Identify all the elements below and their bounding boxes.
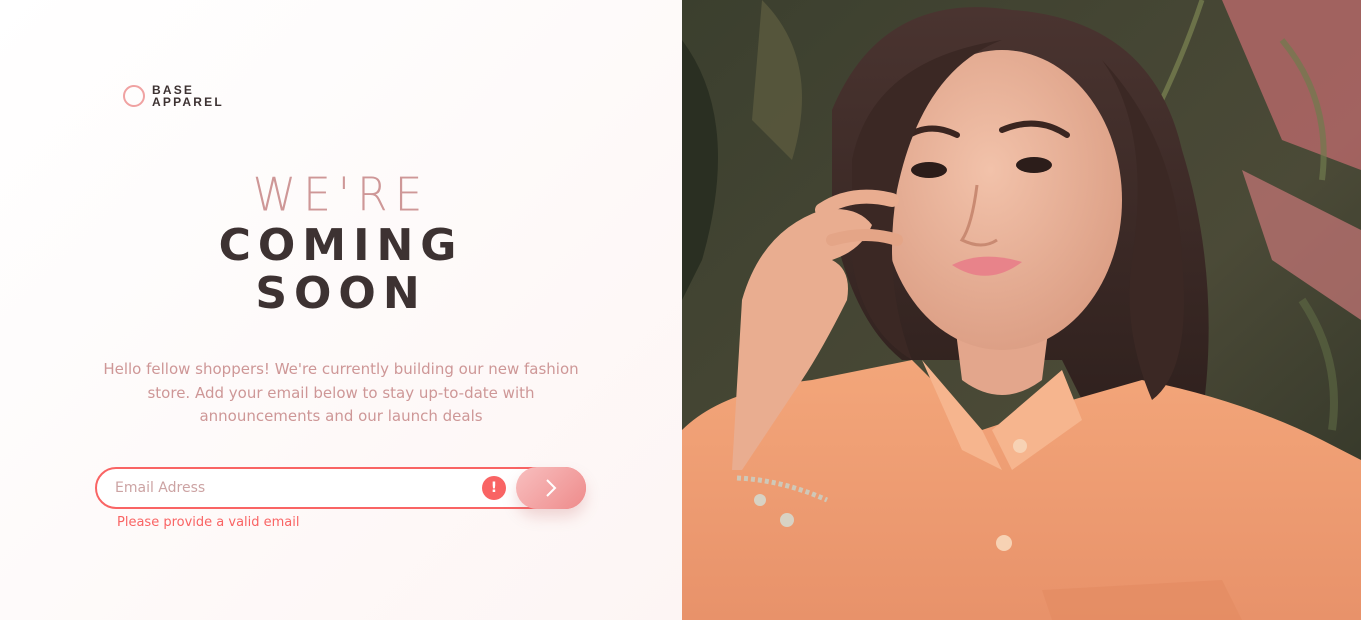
- error-icon: !: [482, 476, 506, 500]
- subscribe-form: !: [95, 467, 586, 509]
- headline-line2: COMING: [218, 220, 464, 271]
- brand-logo[interactable]: BASE APPAREL: [123, 84, 224, 108]
- intro-description: Hello fellow shoppers! We're currently b…: [103, 360, 579, 425]
- left-panel: BASE APPAREL WE'RE COMING SOON Hello fel…: [0, 0, 682, 620]
- logo-ring-icon: [123, 85, 145, 107]
- headline-line1: WE'RE: [252, 168, 430, 223]
- error-message: Please provide a valid email: [117, 515, 300, 530]
- logo-text-line2: APPAREL: [152, 95, 224, 109]
- woman-portrait-photo: [682, 0, 1361, 620]
- chevron-right-icon: [546, 479, 557, 497]
- hero-image: [682, 0, 1361, 620]
- logo-text: BASE APPAREL: [152, 84, 224, 108]
- submit-button[interactable]: [516, 467, 586, 509]
- page: BASE APPAREL WE'RE COMING SOON Hello fel…: [0, 0, 1361, 620]
- email-field[interactable]: [95, 467, 586, 509]
- headline-line3: SOON: [255, 268, 427, 319]
- page-title: WE'RE COMING SOON: [0, 168, 682, 319]
